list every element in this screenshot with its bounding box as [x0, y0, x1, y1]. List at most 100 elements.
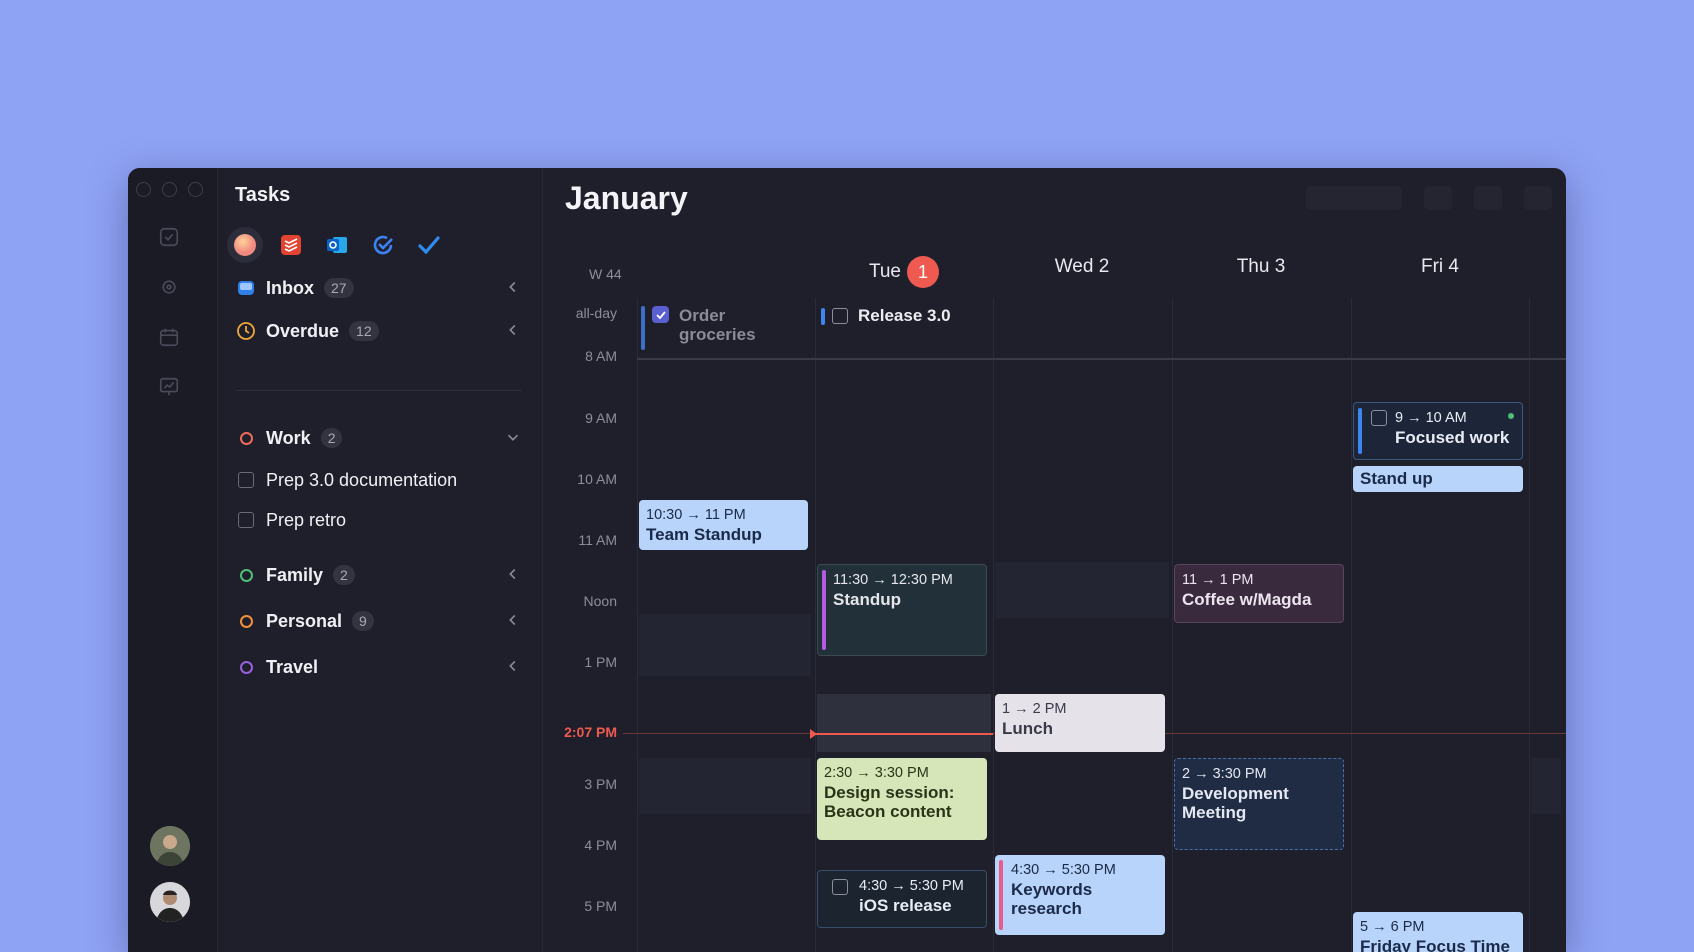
event-card[interactable]: 4:30 → 5:30 PM Keywords research: [995, 855, 1165, 935]
shaded-slot: [817, 694, 991, 752]
chevron-left-icon[interactable]: [504, 657, 522, 675]
task-checkbox[interactable]: [1371, 410, 1387, 426]
all-providers-button[interactable]: [227, 227, 263, 263]
maximize-window-button[interactable]: [188, 182, 203, 197]
toolbar-button[interactable]: [1424, 186, 1452, 210]
task-checkbox[interactable]: [238, 512, 254, 528]
avatar[interactable]: [150, 826, 190, 866]
shaded-slot: [639, 614, 811, 676]
event-title: Team Standup: [646, 525, 762, 544]
day-header-tue[interactable]: Tue 1: [815, 256, 993, 288]
grid-line: [637, 298, 638, 952]
task-checkbox[interactable]: [832, 308, 848, 324]
close-window-button[interactable]: [136, 182, 151, 197]
event-time: 10:30 → 11 PM: [646, 507, 746, 523]
count-badge: 2: [333, 565, 355, 585]
hour-label: 11 AM: [578, 532, 617, 548]
side-rail: [128, 168, 218, 952]
event-card[interactable]: 11 → 1 PM Coffee w/Magda: [1174, 564, 1344, 623]
event-card[interactable]: 5 → 6 PM Friday Focus Time: [1353, 912, 1523, 952]
chart-icon[interactable]: [158, 376, 180, 398]
count-badge: 12: [349, 321, 379, 341]
loop-icon[interactable]: [158, 276, 180, 298]
list-label: Overdue: [266, 320, 340, 341]
event-card[interactable]: 4:30 → 5:30 PM iOS release: [817, 870, 987, 928]
checkbox-icon[interactable]: [158, 226, 180, 248]
event-title: Design session: Beacon content: [824, 783, 955, 821]
event-title: Development Meeting: [1182, 784, 1289, 822]
app-window: Tasks Inbox 27 Overdue 12 Work 2 Prep 3.…: [128, 168, 1566, 952]
toolbar-button[interactable]: [1524, 186, 1552, 210]
chevron-left-icon[interactable]: [504, 611, 522, 629]
grid-line: [993, 298, 994, 952]
chevron-left-icon[interactable]: [504, 565, 522, 583]
view-switcher[interactable]: [1306, 186, 1402, 210]
ticktick-button[interactable]: [368, 230, 398, 260]
event-title: Release 3.0: [858, 306, 951, 325]
day-header-thu[interactable]: Thu 3: [1172, 256, 1350, 278]
allday-event[interactable]: Release 3.0: [821, 306, 951, 326]
count-badge: 9: [352, 611, 374, 631]
shaded-slot: [995, 562, 1169, 618]
hour-label: 10 AM: [577, 471, 617, 487]
event-accent: [822, 570, 826, 650]
task-checkbox[interactable]: [832, 879, 848, 895]
circle-icon: [239, 568, 253, 582]
hour-label: 3 PM: [584, 776, 617, 792]
toolbar-button[interactable]: [1474, 186, 1502, 210]
task-label: Prep 3.0 documentation: [266, 469, 458, 490]
todoist-button[interactable]: [276, 230, 306, 260]
count-badge: 27: [324, 278, 354, 298]
hour-label: 8 AM: [585, 348, 617, 364]
event-time: 5 → 6 PM: [1360, 919, 1425, 935]
microsoft-todo-button[interactable]: [414, 230, 444, 260]
task-item[interactable]: Prep retro: [236, 505, 522, 535]
event-card[interactable]: Stand up: [1353, 466, 1523, 492]
list-item-travel[interactable]: Travel: [236, 652, 522, 682]
gradient-circle-icon: [234, 234, 256, 256]
avatar[interactable]: [150, 882, 190, 922]
list-item-personal[interactable]: Personal 9: [236, 606, 522, 636]
event-accent: [999, 860, 1003, 930]
minimize-window-button[interactable]: [162, 182, 177, 197]
event-card[interactable]: 9 → 10 AM Focused work: [1353, 402, 1523, 460]
list-item-work[interactable]: Work 2: [236, 423, 522, 453]
event-card[interactable]: 2:30 → 3:30 PM Design session: Beacon co…: [817, 758, 987, 840]
grid-line: [1529, 298, 1530, 952]
week-number: W 44: [589, 266, 622, 282]
event-time: 1 → 2 PM: [1002, 701, 1067, 717]
today-badge: 1: [907, 256, 940, 288]
circle-icon: [239, 660, 253, 674]
checked-checkbox-icon[interactable]: [652, 306, 669, 323]
allday-label: all-day: [575, 305, 617, 321]
list-item-overdue[interactable]: Overdue 12: [236, 316, 522, 346]
outlook-button[interactable]: [322, 230, 352, 260]
window-controls: [136, 182, 203, 197]
event-card[interactable]: 1 → 2 PM Lunch: [995, 694, 1165, 752]
day-header-wed[interactable]: Wed 2: [993, 256, 1171, 278]
event-card[interactable]: 11:30 → 12:30 PM Standup: [817, 564, 987, 656]
grid-line: [1351, 298, 1352, 952]
allday-event[interactable]: Order groceries: [641, 306, 811, 350]
hour-label: 5 PM: [584, 898, 617, 914]
status-dot: [1508, 413, 1514, 419]
task-checkbox[interactable]: [238, 472, 254, 488]
tasks-panel: Tasks Inbox 27 Overdue 12 Work 2 Prep 3.…: [218, 168, 543, 952]
event-card[interactable]: 2 → 3:30 PM Development Meeting: [1174, 758, 1344, 850]
day-header-fri[interactable]: Fri 4: [1351, 256, 1529, 278]
list-item-family[interactable]: Family 2: [236, 560, 522, 590]
event-title: Stand up: [1360, 469, 1433, 488]
shaded-slot: [1531, 758, 1561, 814]
calendar-icon[interactable]: [158, 326, 180, 348]
event-time: 4:30 → 5:30 PM: [1011, 862, 1116, 878]
list-item-inbox[interactable]: Inbox 27: [236, 273, 522, 303]
event-accent: [1358, 408, 1362, 454]
event-card[interactable]: 10:30 → 11 PM Team Standup: [639, 500, 808, 550]
list-label: Family: [266, 564, 324, 585]
chevron-left-icon[interactable]: [504, 278, 522, 296]
calendar-view: January W 44 Tue 1 Wed 2 Thu 3 Fri 4 all…: [543, 168, 1566, 952]
chevron-left-icon[interactable]: [504, 321, 522, 339]
task-item[interactable]: Prep 3.0 documentation: [236, 465, 522, 495]
chevron-down-icon[interactable]: [504, 428, 522, 446]
inbox-icon: [236, 278, 256, 298]
